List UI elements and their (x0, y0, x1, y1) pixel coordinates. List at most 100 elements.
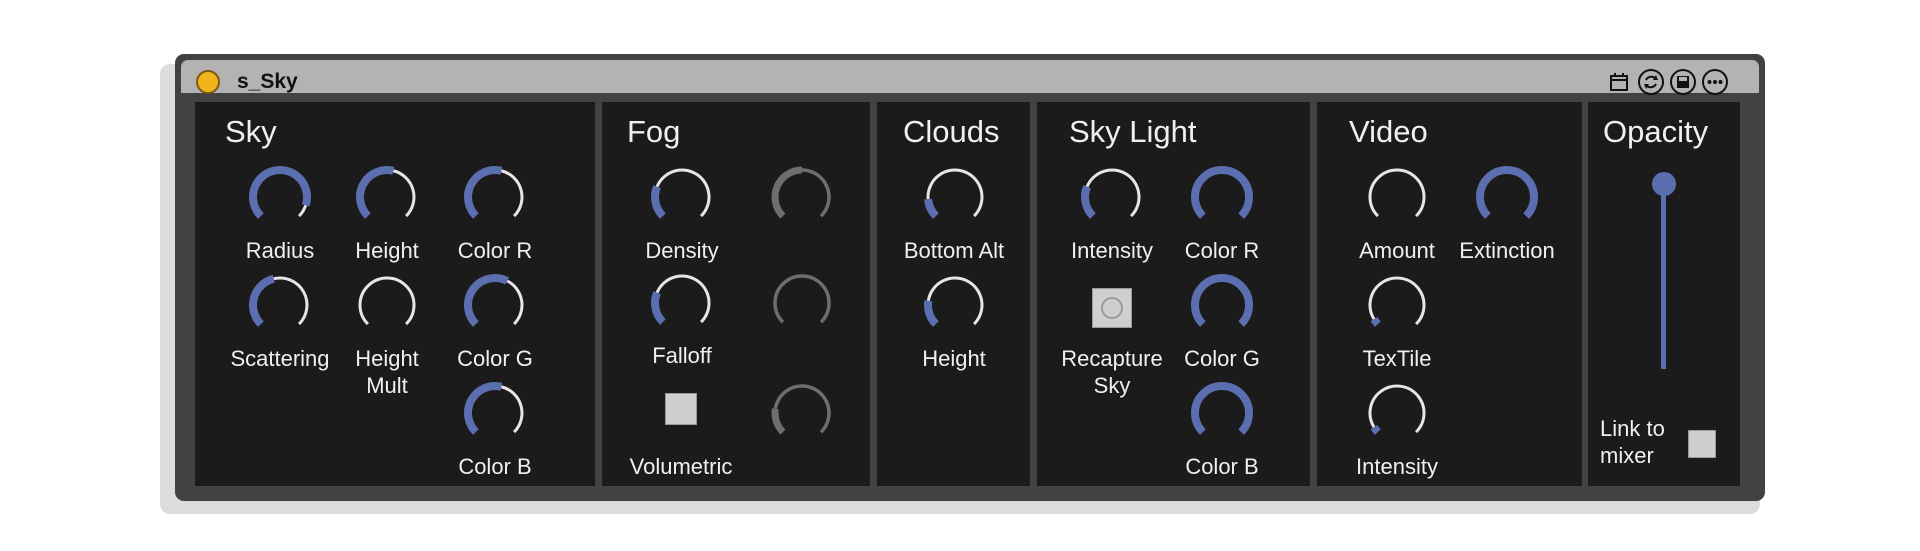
clouds-bottom-alt-knob[interactable] (920, 162, 990, 232)
knob-graphic (464, 274, 524, 327)
knob-track (358, 276, 416, 326)
knob-graphic (1191, 166, 1253, 219)
knob-value-arc (1081, 185, 1096, 219)
sky-height-mult-knob[interactable] (352, 270, 422, 340)
sky-panel: Sky Radius Height Color R Scattering Hei… (195, 102, 595, 486)
knob-value-arc (771, 408, 786, 435)
video-textile-label: TexTile (1362, 346, 1432, 371)
sky-color-g-knob[interactable] (460, 270, 530, 340)
knob-graphic (924, 168, 984, 219)
link-to-mixer-label: Link to mixer (1600, 416, 1665, 468)
power-toggle-icon[interactable] (196, 70, 220, 94)
video-panel: Video Amount Extinction TexTile Intensit… (1317, 102, 1582, 486)
knob-value-arc (249, 166, 311, 219)
knob-value-arc (651, 185, 666, 219)
sky-color-b-label: Color B (458, 454, 532, 479)
sky-radius-knob[interactable] (245, 162, 315, 232)
sky-light-color-b-knob[interactable] (1187, 378, 1257, 448)
knob-track (1085, 168, 1141, 218)
knob-track (926, 276, 984, 326)
clouds-height-knob[interactable] (920, 270, 990, 340)
video-extinction-label: Extinction (1459, 238, 1555, 263)
knob-graphic (249, 166, 311, 219)
knob-value-arc (1191, 274, 1253, 327)
sky-color-b-knob[interactable] (460, 378, 530, 448)
video-intensity-knob[interactable] (1362, 378, 1432, 448)
knob-track (500, 385, 524, 434)
fog-density-label: Density (645, 238, 719, 263)
link-to-mixer-checkbox[interactable] (1688, 430, 1716, 458)
knob-value-arc (1370, 316, 1381, 327)
knob-track (773, 384, 831, 434)
fog-title: Fog (627, 114, 681, 149)
volumetric-toggle[interactable] (665, 393, 697, 425)
sky-height-knob[interactable] (352, 162, 422, 232)
sky-light-color-g-knob[interactable] (1187, 270, 1257, 340)
device-title: s_Sky (237, 70, 298, 93)
knob-graphic (1368, 384, 1426, 435)
title-bar[interactable] (181, 60, 1759, 93)
sky-scattering-knob[interactable] (245, 270, 315, 340)
video-amount-knob[interactable] (1362, 162, 1432, 232)
knob-track (773, 274, 831, 324)
fog-dimmed-knob-3[interactable] (767, 378, 837, 448)
knob-track (801, 168, 831, 218)
clouds-panel: Clouds Bottom Alt Height (877, 102, 1030, 486)
fog-density-knob[interactable] (647, 162, 717, 232)
video-extinction-knob[interactable] (1472, 162, 1542, 232)
refresh-icon[interactable] (1637, 68, 1665, 96)
sky-title: Sky (225, 114, 277, 149)
knob-value-arc (924, 300, 939, 327)
knob-track (273, 276, 309, 326)
more-icon[interactable] (1701, 68, 1729, 96)
knob-graphic (1081, 168, 1141, 219)
fog-falloff-knob[interactable] (647, 268, 717, 338)
knob-value-arc (1370, 424, 1381, 435)
knob-track (392, 169, 416, 218)
sky-light-color-r-label: Color R (1184, 238, 1260, 263)
knob-value-arc (464, 274, 510, 327)
sky-light-panel: Sky Light Intensity Color R Recapture Sk… (1037, 102, 1310, 486)
knob-graphic (651, 274, 711, 325)
knob-track (297, 204, 308, 218)
sky-light-intensity-knob[interactable] (1077, 162, 1147, 232)
knob-graphic (356, 166, 416, 219)
sky-light-title: Sky Light (1069, 114, 1197, 149)
device-window: s_Sky Sky Radius Height Color R Scatteri… (175, 54, 1765, 501)
volumetric-label: Volumetric (629, 454, 733, 479)
video-title: Video (1349, 114, 1428, 149)
knob-track (655, 168, 711, 218)
video-textile-knob[interactable] (1362, 270, 1432, 340)
knob-value-arc (1191, 166, 1253, 219)
save-icon[interactable] (1669, 68, 1697, 96)
knob-graphic (771, 384, 831, 435)
fog-dimmed-knob-1[interactable] (767, 162, 837, 232)
knob-value-arc (771, 166, 803, 219)
knob-track (1368, 384, 1426, 434)
knob-value-arc (924, 198, 939, 219)
knob-graphic (924, 276, 984, 327)
opacity-slider-track[interactable] (1661, 184, 1666, 369)
clouds-height-label: Height (922, 346, 986, 371)
fog-dimmed-knob-2[interactable] (767, 268, 837, 338)
knob-value-arc (464, 382, 503, 435)
sky-light-color-g-label: Color G (1184, 346, 1260, 371)
sky-light-color-b-label: Color B (1185, 454, 1259, 479)
knob-track (500, 169, 524, 218)
opacity-slider-thumb[interactable] (1652, 172, 1676, 196)
clip-icon[interactable] (1605, 68, 1633, 96)
knob-value-arc (249, 274, 275, 327)
opacity-title: Opacity (1603, 114, 1709, 149)
knob-graphic (1191, 274, 1253, 327)
clouds-title: Clouds (903, 114, 1000, 149)
recapture-ring-icon (1101, 297, 1123, 319)
sky-color-r-knob[interactable] (460, 162, 530, 232)
recapture-sky-button[interactable] (1092, 288, 1132, 328)
knob-graphic (773, 274, 831, 324)
knob-graphic (1476, 166, 1538, 219)
sky-color-r-label: Color R (457, 238, 533, 263)
knob-track (926, 168, 984, 218)
sky-light-color-r-knob[interactable] (1187, 162, 1257, 232)
knob-track (1368, 276, 1426, 326)
knob-value-arc (356, 166, 395, 219)
